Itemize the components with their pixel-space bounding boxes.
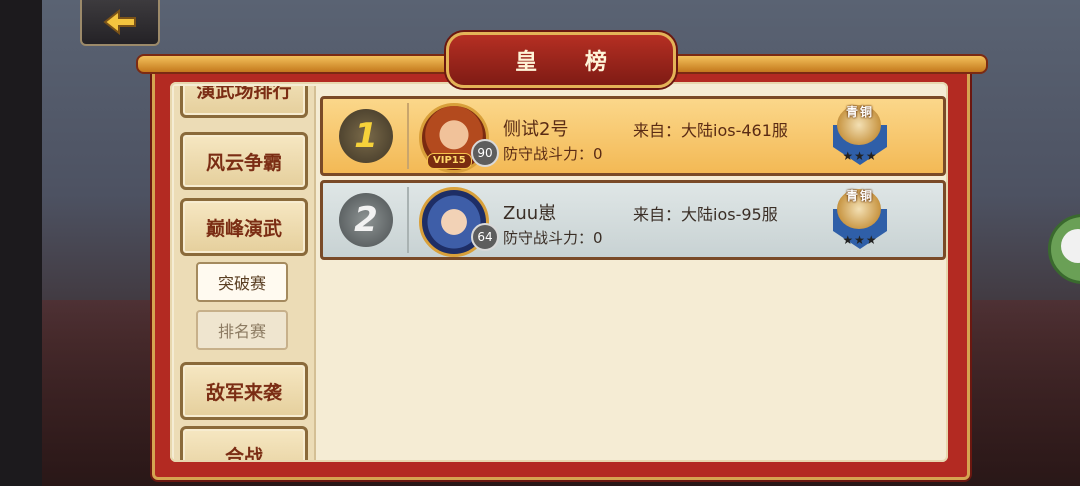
category-sidebar[interactable]: 演武场排行 风云争霸 巅峰演武 突破赛 排名赛 敌军来袭 合战 xyxy=(174,86,316,460)
server-origin: 来自：大陆ios-461服 xyxy=(633,121,788,140)
rank-medal-icon: 2 xyxy=(339,193,393,247)
title-plate: 皇 榜 xyxy=(446,32,676,88)
tier-stars: ★★★ xyxy=(842,233,878,247)
sidebar-item-enemy-raid[interactable]: 敌军来袭 xyxy=(180,362,308,420)
server-origin: 来自：大陆ios-95服 xyxy=(633,205,778,224)
subtab-ranking-match[interactable]: 排名赛 xyxy=(196,310,288,350)
sidebar-item-joint-battle[interactable]: 合战 xyxy=(180,426,308,460)
tier-badge: 青铜 ★★★ xyxy=(819,185,901,253)
ranking-row[interactable]: 2 64 Zuu崽 防守战斗力：0 来自：大陆ios-95服 青铜 ★★★ xyxy=(320,180,946,260)
tier-badge: 青铜 ★★★ xyxy=(819,101,901,169)
screen-edge xyxy=(0,0,42,486)
subtab-breakthrough[interactable]: 突破赛 xyxy=(196,262,288,302)
tier-label: 青铜 xyxy=(845,105,874,119)
vip-badge: VIP15 xyxy=(427,153,472,169)
ranking-row[interactable]: 1 VIP15 90 侧试2号 防守战斗力：0 来自：大陆ios-461服 青铜… xyxy=(320,96,946,176)
panda-avatar-icon[interactable] xyxy=(1048,214,1080,284)
sidebar-item-peak-martial[interactable]: 巅峰演武 xyxy=(180,198,308,256)
panda-face xyxy=(1061,229,1080,263)
back-button[interactable] xyxy=(80,0,160,46)
rank-cell: 2 xyxy=(327,187,409,253)
defense-power: 防守战斗力：0 xyxy=(503,145,603,163)
sidebar-item-arena-ranking[interactable]: 演武场排行 xyxy=(180,86,308,118)
tier-label: 青铜 xyxy=(845,189,874,203)
title-rail-left xyxy=(136,54,470,74)
level-badge: 64 xyxy=(471,223,499,251)
rank-cell: 1 xyxy=(327,103,409,169)
tier-stars: ★★★ xyxy=(842,149,878,163)
defense-power: 防守战斗力：0 xyxy=(503,229,603,247)
back-arrow-icon xyxy=(103,9,136,35)
page-title: 皇 榜 xyxy=(515,50,627,75)
player-name: Zuu崽 xyxy=(503,203,557,224)
level-badge: 90 xyxy=(471,139,499,167)
title-rail-right xyxy=(664,54,988,74)
sidebar-item-fengyun-zhengba[interactable]: 风云争霸 xyxy=(180,132,308,190)
rank-medal-icon: 1 xyxy=(339,109,393,163)
player-name: 侧试2号 xyxy=(503,119,569,140)
